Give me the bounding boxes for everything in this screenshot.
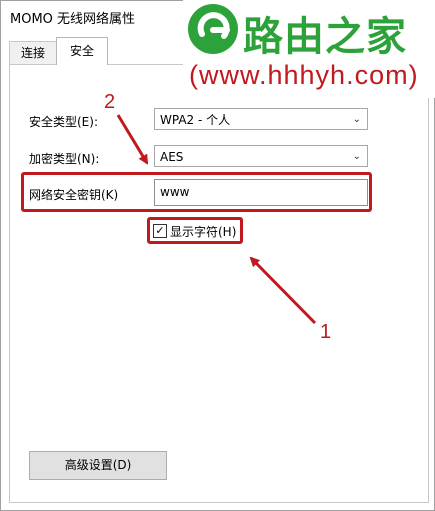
annotation-number-2: 2	[104, 91, 116, 113]
tab-security[interactable]: 安全	[56, 37, 108, 65]
router-logo-icon	[188, 4, 238, 54]
watermark-url: (www.hhhyh.com)	[189, 60, 419, 90]
annotation-number-1: 1	[320, 321, 332, 343]
arrow-step-1	[249, 256, 317, 325]
watermark-site-name: 路由之家	[243, 14, 407, 60]
site-watermark: 路由之家 (www.hhhyh.com)	[183, 0, 435, 98]
arrow-step-2	[116, 114, 149, 165]
